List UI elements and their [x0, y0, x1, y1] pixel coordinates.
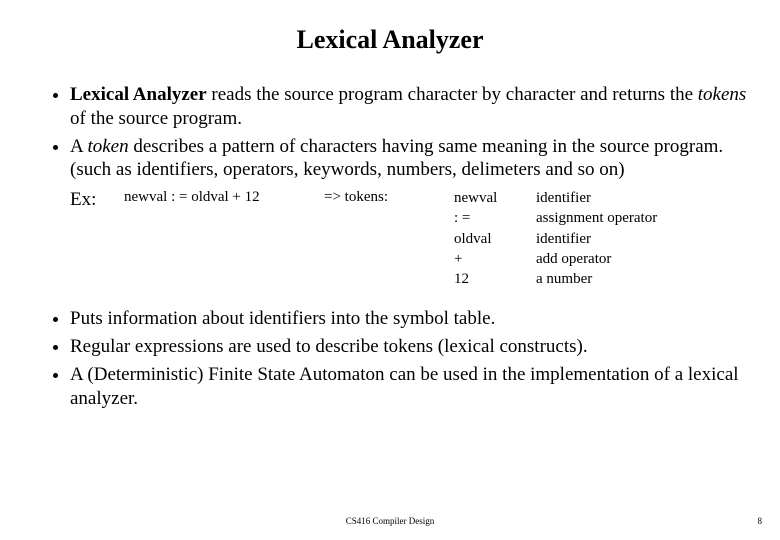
table-row: newvalidentifier [454, 188, 657, 208]
text: of the source program. [70, 108, 242, 129]
text: A [70, 136, 87, 157]
table-row: oldvalidentifier [454, 229, 657, 249]
page-title: Lexical Analyzer [30, 25, 750, 55]
bullet-item: Regular expressions are used to describe… [70, 335, 750, 359]
text: describes a pattern of characters having… [70, 136, 723, 181]
desc-cell: identifier [536, 188, 591, 208]
tokens-table: newvalidentifier : =assignment operator … [454, 188, 657, 289]
desc-cell: add operator [536, 249, 611, 269]
token-cell: newval [454, 188, 536, 208]
token-cell: + [454, 249, 536, 269]
table-row: +add operator [454, 249, 657, 269]
page-number: 8 [758, 516, 763, 526]
text-italic: tokens [698, 84, 747, 105]
token-cell: 12 [454, 269, 536, 289]
slide: Lexical Analyzer Lexical Analyzer reads … [0, 0, 780, 540]
example-label: Ex: [70, 188, 124, 212]
desc-cell: assignment operator [536, 208, 657, 228]
bullet-list-bottom: Puts information about identifiers into … [30, 307, 750, 410]
desc-cell: a number [536, 269, 592, 289]
example-row: Ex: newval : = oldval + 12 => tokens: ne… [70, 188, 750, 289]
token-cell: : = [454, 208, 536, 228]
footer-text: CS416 Compiler Design [0, 516, 780, 526]
bullet-item: Lexical Analyzer reads the source progra… [70, 83, 750, 131]
text: reads the source program character by ch… [207, 84, 698, 105]
text-bold: Lexical Analyzer [70, 84, 207, 105]
bullet-item: A token describes a pattern of character… [70, 135, 750, 290]
table-row: : =assignment operator [454, 208, 657, 228]
bullet-item: A (Deterministic) Finite State Automaton… [70, 363, 750, 411]
bullet-list-top: Lexical Analyzer reads the source progra… [30, 83, 750, 289]
example-code: newval : = oldval + 12 [124, 188, 324, 207]
token-cell: oldval [454, 229, 536, 249]
table-row: 12a number [454, 269, 657, 289]
bullet-item: Puts information about identifiers into … [70, 307, 750, 331]
desc-cell: identifier [536, 229, 591, 249]
example-arrow: => tokens: [324, 188, 454, 207]
text-italic: token [87, 136, 128, 157]
